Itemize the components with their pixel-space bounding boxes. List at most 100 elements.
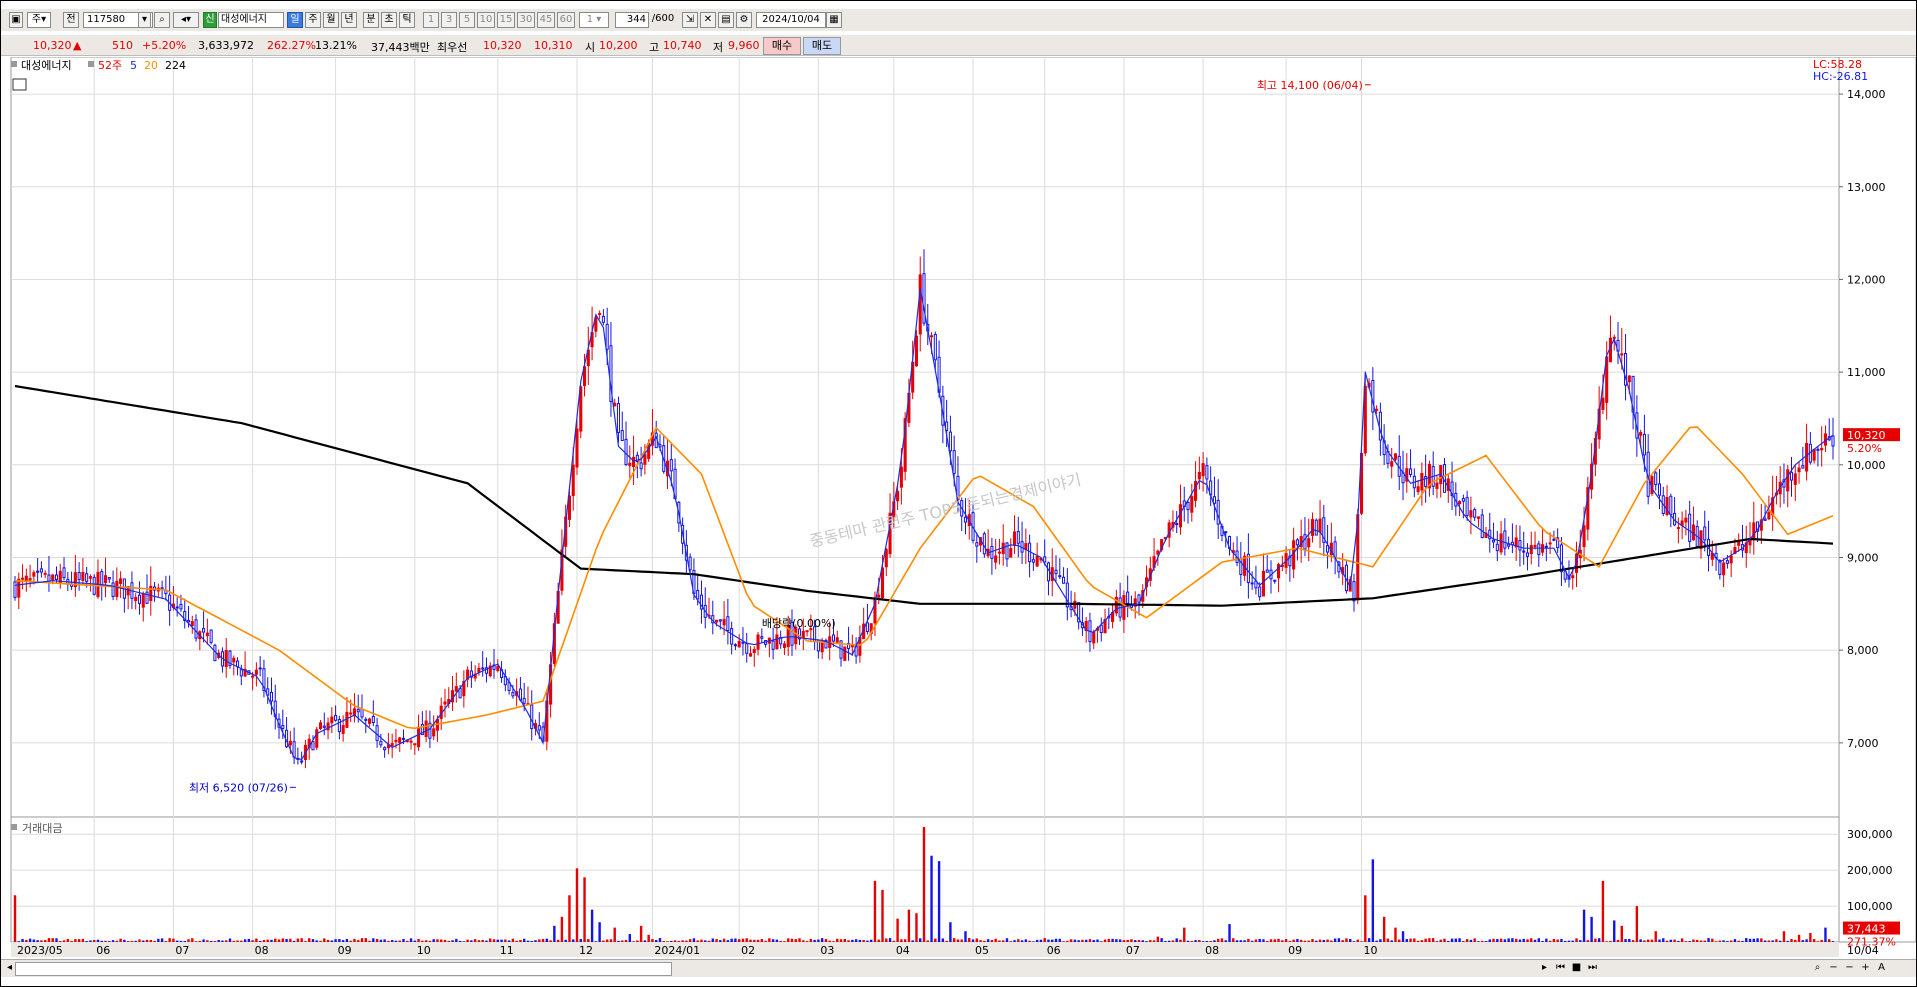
period-month[interactable]: 월: [323, 12, 339, 28]
candle-body: [975, 542, 979, 547]
volume-bar: [326, 939, 330, 942]
zoom-minus-icon[interactable]: −: [1843, 961, 1856, 974]
volume-bar: [59, 940, 62, 942]
calendar-icon[interactable]: ▦: [826, 12, 842, 28]
price-chart[interactable]: 7,000 8,000 9,000 10,000 11,000 12,000 13,000 1…: [1, 57, 1916, 957]
candle-body: [1820, 447, 1824, 451]
chart-menu-icon[interactable]: ▣: [9, 12, 23, 28]
period-week[interactable]: 주: [305, 12, 321, 28]
cross-icon[interactable]: ✕: [700, 12, 716, 28]
candle-body: [1639, 432, 1643, 436]
forward-icon[interactable]: ⏭: [1586, 961, 1599, 974]
candle-body: [62, 567, 66, 579]
zoom-icon[interactable]: ⇲: [682, 12, 698, 28]
volume-bar: [421, 940, 424, 942]
low-price: 9,960: [728, 39, 760, 52]
interval-30[interactable]: 30: [517, 12, 535, 28]
volume-bar: [1330, 940, 1333, 942]
table-icon[interactable]: [12, 78, 27, 91]
candle-body: [1092, 631, 1096, 644]
volume-bar: [617, 940, 620, 942]
gear-icon[interactable]: ⚙: [736, 12, 752, 28]
volume-bar: [1398, 939, 1401, 942]
volume-bar: [1507, 938, 1510, 942]
volume-bar: [1277, 938, 1280, 942]
interval-45[interactable]: 45: [537, 12, 555, 28]
volume-bar: [285, 939, 288, 942]
buy-button[interactable]: 매수: [763, 37, 801, 55]
candle-body: [32, 572, 36, 577]
period-second[interactable]: 초: [381, 12, 397, 28]
volume-bar: [1752, 938, 1755, 942]
vol-tick-label: 100,000: [1847, 900, 1893, 913]
candle-body: [752, 649, 756, 653]
stop-icon[interactable]: ■: [1570, 961, 1583, 974]
x-tick-label: 08: [1205, 944, 1219, 957]
scroll-right-icon[interactable]: ▸: [1538, 961, 1551, 974]
volume-bar: [1518, 939, 1522, 942]
save-icon[interactable]: ▤: [718, 12, 734, 28]
market2-button[interactable]: 전: [63, 12, 79, 28]
volume-bar: [1586, 940, 1590, 942]
search-icon[interactable]: ⌕: [154, 12, 170, 28]
volume-bar: [455, 938, 458, 942]
volume-bar: [55, 938, 58, 942]
volume-bar: [998, 940, 1001, 942]
horizontal-scrollbar[interactable]: ◂ ▸ ⏮ ■ ⏭ ⌕ − − + A: [1, 959, 1916, 977]
volume-bar: [394, 940, 398, 942]
volume-bar: [149, 940, 152, 942]
code-dropdown-icon[interactable]: ▾: [138, 12, 151, 28]
candle-body: [575, 428, 579, 468]
candle-body: [1816, 448, 1820, 451]
scroll-thumb[interactable]: [15, 962, 672, 976]
high-price: 10,740: [663, 39, 702, 52]
period-year[interactable]: 년: [341, 12, 357, 28]
zoom-in-icon[interactable]: +: [1859, 961, 1872, 974]
candle-body: [1691, 524, 1695, 541]
date-input[interactable]: 2024/10/04: [756, 12, 826, 28]
bar-count-input[interactable]: 344: [615, 12, 649, 28]
magnifier-icon[interactable]: ⌕: [1811, 961, 1824, 974]
volume-bar: [1228, 924, 1231, 942]
x-tick-label: 04: [896, 944, 910, 957]
market-select[interactable]: 주▾: [27, 12, 51, 28]
period-tick[interactable]: 틱: [399, 12, 415, 28]
high-label: 고: [649, 41, 660, 54]
candle-body: [1627, 375, 1631, 383]
volume-bar: [975, 938, 979, 942]
volume-bar: [1186, 940, 1190, 942]
x-tick-label: 10: [1364, 944, 1378, 957]
volume-bar: [790, 938, 794, 942]
rewind-icon[interactable]: ⏮: [1554, 961, 1567, 974]
vol-tick-label: 200,000: [1847, 864, 1893, 877]
x-tick-label: 09: [1288, 944, 1302, 957]
period-day[interactable]: 일: [287, 12, 303, 28]
interval-15[interactable]: 15: [497, 12, 515, 28]
candle-body: [1552, 538, 1556, 541]
volume-bar: [349, 940, 352, 942]
volume-bar: [892, 940, 896, 942]
interval-3[interactable]: 3: [441, 12, 457, 28]
interval-10[interactable]: 10: [477, 12, 495, 28]
interval-5[interactable]: 5: [459, 12, 475, 28]
candle-body: [413, 743, 417, 746]
volume-bar: [885, 938, 888, 942]
volume-bar: [270, 939, 273, 942]
volume-bar: [1175, 938, 1178, 942]
candle-body: [51, 574, 55, 581]
candle-body: [899, 466, 903, 488]
count-select[interactable]: 1 ▾: [579, 12, 609, 28]
volume-bar: [1047, 939, 1050, 942]
volume-bar: [281, 938, 284, 942]
volume-bar: [1805, 939, 1808, 942]
volume-bar: [1375, 940, 1378, 942]
speaker-icon[interactable]: ◂▾: [173, 12, 199, 28]
period-minute[interactable]: 분: [363, 12, 379, 28]
volume-bar: [602, 940, 605, 942]
interval-1[interactable]: 1: [423, 12, 439, 28]
interval-60[interactable]: 60: [557, 12, 575, 28]
zoom-out-icon[interactable]: −: [1827, 961, 1840, 974]
font-size-icon[interactable]: A: [1875, 961, 1888, 974]
sell-button[interactable]: 매도: [803, 37, 841, 55]
volume-bar: [1315, 940, 1318, 942]
